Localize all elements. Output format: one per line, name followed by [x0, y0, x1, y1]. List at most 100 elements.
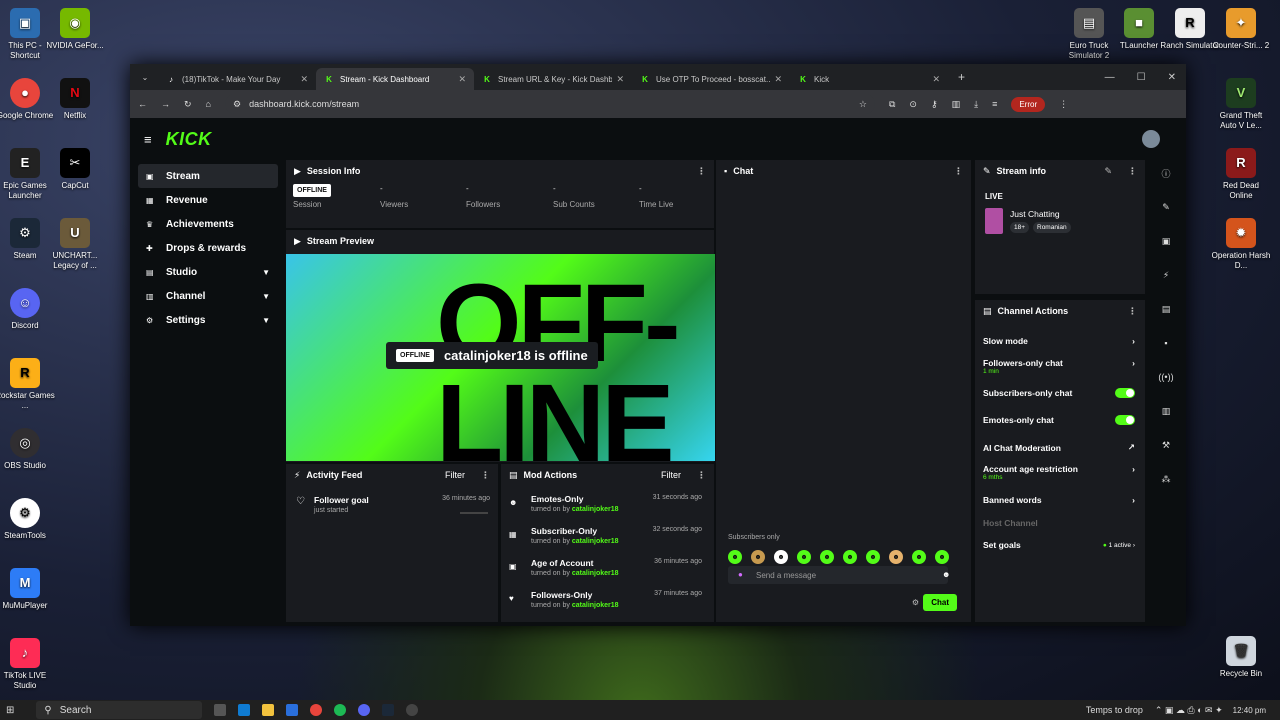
url-field[interactable]: ⚙ dashboard.kick.com/stream ☆	[224, 94, 875, 114]
emote-icon[interactable]: ☻	[843, 550, 857, 564]
emote-icon[interactable]: ☻	[820, 550, 834, 564]
edit-icon[interactable]: ✎	[1155, 196, 1177, 218]
maximize-icon[interactable]: ☐	[1137, 72, 1146, 83]
desktop-icon-nvidia[interactable]: ◉ NVIDIA GeFor...	[45, 8, 105, 51]
more-options-icon[interactable]: ⋮	[1128, 306, 1137, 317]
chat-message-input[interactable]: Send a message	[728, 566, 948, 584]
sidebar-item-settings[interactable]: ⚙ Settings ▼	[138, 308, 278, 332]
bookmark-star-icon[interactable]: ☆	[859, 99, 867, 110]
more-options-icon[interactable]: ⋮	[481, 470, 490, 481]
desktop-icon-rockstar[interactable]: R Rockstar Games ...	[0, 358, 55, 411]
close-icon[interactable]: ✕	[458, 74, 466, 85]
banned-words-row[interactable]: Banned words ›	[983, 495, 1135, 505]
close-icon[interactable]: ✕	[932, 74, 940, 85]
kick-logo[interactable]: KICK	[166, 129, 212, 150]
filter-button[interactable]: Filter	[445, 470, 465, 480]
send-chat-button[interactable]: Chat	[923, 594, 957, 611]
sidebar-item-achievements[interactable]: ♛ Achievements	[138, 212, 278, 236]
close-icon[interactable]: ✕	[774, 74, 782, 85]
back-icon[interactable]: ←	[138, 99, 147, 109]
desktop-icon-mumuplayer[interactable]: M MuMuPlayer	[0, 568, 55, 611]
desktop-icon-recycle-bin[interactable]: 🗑 Recycle Bin	[1211, 636, 1271, 679]
tab-tiktok[interactable]: ♪ (18)TikTok - Make Your Day ✕	[158, 68, 316, 90]
filter-button[interactable]: Filter	[661, 470, 681, 480]
download-icon[interactable]: ⤓	[974, 99, 978, 110]
store-icon[interactable]	[286, 704, 299, 716]
subscribers-only-toggle[interactable]	[1115, 388, 1135, 398]
reload-icon[interactable]: ↻	[184, 99, 192, 110]
hamburger-menu-icon[interactable]: ≡	[144, 132, 152, 147]
media-icon[interactable]: ≡	[992, 99, 997, 109]
close-window-icon[interactable]: ✕	[1168, 72, 1176, 83]
desktop-icon-discord[interactable]: ☺ Discord	[0, 288, 55, 331]
edit-icon[interactable]: ✎	[1104, 166, 1112, 177]
more-options-icon[interactable]: ⋮	[697, 470, 706, 481]
wrench-icon[interactable]: ⚒	[1155, 434, 1177, 456]
tab-otp[interactable]: K Use OTP To Proceed - bosscat... ✕	[632, 68, 790, 90]
chat-icon[interactable]: ▪	[1155, 332, 1177, 354]
document-icon[interactable]: ▤	[1155, 298, 1177, 320]
extensions-icon[interactable]: ⧉	[889, 99, 895, 110]
more-options-icon[interactable]: ⋮	[954, 166, 963, 177]
profile-error-button[interactable]: Error	[1011, 96, 1046, 112]
ai-moderation-row[interactable]: AI Chat Moderation ↗	[983, 442, 1135, 453]
desktop-icon-netflix[interactable]: N Netflix	[45, 78, 105, 121]
system-tray-icons[interactable]: ⌃ ▣ ☁ ⎙ ◐ ✉ ✦	[1155, 705, 1223, 716]
emote-icon[interactable]: ☻	[912, 550, 926, 564]
desktop-icon-uncharted[interactable]: U UNCHART... Legacy of ...	[45, 218, 105, 271]
tab-kick[interactable]: K Kick ✕	[790, 68, 948, 90]
stream-preview[interactable]: OFF- LINE OFFLINE catalinjoker18 is offli…	[286, 254, 715, 461]
minimize-icon[interactable]: —	[1105, 72, 1115, 83]
emote-icon[interactable]: ☻	[774, 550, 788, 564]
microphone-icon[interactable]: ●	[738, 570, 743, 579]
broadcast-icon[interactable]: ((•))	[1155, 366, 1177, 388]
emote-icon[interactable]: ☻	[728, 550, 742, 564]
key-icon[interactable]: ⚷	[931, 99, 938, 110]
emoji-picker-icon[interactable]: ☻	[942, 570, 950, 579]
emote-icon[interactable]: ☻	[797, 550, 811, 564]
weather-widget[interactable]: Temps to drop	[1086, 705, 1143, 715]
connections-icon[interactable]: ⁂	[1155, 468, 1177, 490]
site-info-icon[interactable]: ⚙	[233, 99, 241, 110]
trash-icon[interactable]: ▥	[952, 99, 961, 110]
desktop-icon-cs2[interactable]: ✦ Counter-Stri... 2	[1211, 8, 1271, 51]
clock[interactable]: 12:40 pm	[1233, 706, 1266, 715]
emote-icon[interactable]: ☻	[889, 550, 903, 564]
windows-start-icon[interactable]: ⊞	[6, 705, 14, 716]
info-icon[interactable]: ⓘ	[1155, 162, 1177, 184]
emote-icon[interactable]: ☻	[935, 550, 949, 564]
close-icon[interactable]: ✕	[616, 74, 624, 85]
sidebar-item-studio[interactable]: ▤ Studio ▼	[138, 260, 278, 284]
home-icon[interactable]: ⌂	[206, 99, 211, 109]
desktop-icon-gta[interactable]: V Grand Theft Auto V Le...	[1211, 78, 1271, 131]
taskbar-search-field[interactable]: ⚲ Search	[36, 701, 203, 719]
browser-menu-icon[interactable]: ⋮	[1059, 99, 1068, 110]
sidebar-item-stream[interactable]: ▣ Stream	[138, 164, 278, 188]
desktop-icon-steamtools[interactable]: ⚙ SteamTools	[0, 498, 55, 541]
list-icon[interactable]: ▥	[1155, 400, 1177, 422]
tab-stream-url-key[interactable]: K Stream URL & Key - Kick Dashb... ✕	[474, 68, 632, 90]
followers-only-row[interactable]: Followers-only chat 1 min ›	[983, 358, 1135, 375]
emote-icon[interactable]: ☻	[866, 550, 880, 564]
chrome-icon[interactable]	[310, 704, 323, 716]
age-restriction-row[interactable]: Account age restriction 6 mths ›	[983, 464, 1135, 481]
desktop-icon-capcut[interactable]: ✂ CapCut	[45, 148, 105, 191]
chat-settings-icon[interactable]: ⚙	[912, 598, 919, 607]
tab-search-button[interactable]: ⌄	[138, 70, 152, 84]
new-tab-icon[interactable]: +	[958, 70, 965, 84]
desktop-icon-rdo[interactable]: R Red Dead Online	[1211, 148, 1271, 201]
layout-icon[interactable]: ▣	[1155, 230, 1177, 252]
more-options-icon[interactable]: ⋮	[1128, 166, 1137, 177]
task-view-icon[interactable]	[214, 704, 227, 716]
slow-mode-row[interactable]: Slow mode ›	[983, 336, 1135, 346]
obs-icon[interactable]	[406, 704, 419, 716]
set-goals-row[interactable]: Set goals ● 1 active ›	[983, 540, 1135, 550]
forward-icon[interactable]: →	[161, 99, 170, 109]
more-options-icon[interactable]: ⋮	[697, 166, 706, 177]
sidebar-item-drops[interactable]: ✚ Drops & rewards	[138, 236, 278, 260]
avatar[interactable]	[1142, 130, 1160, 148]
sidebar-item-revenue[interactable]: ▦ Revenue	[138, 188, 278, 212]
lightning-icon[interactable]: ⚡	[1155, 264, 1177, 286]
emotes-only-toggle[interactable]	[1115, 415, 1135, 425]
location-icon[interactable]: ⊙	[909, 99, 917, 110]
